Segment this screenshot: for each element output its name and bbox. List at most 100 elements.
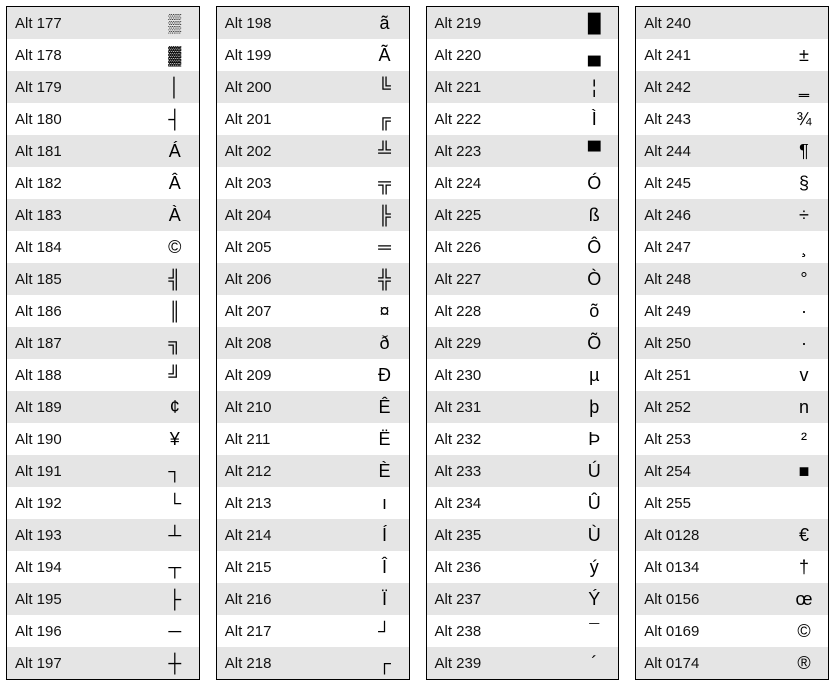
alt-code-label: Alt 189 xyxy=(7,399,151,416)
alt-code-label: Alt 0174 xyxy=(636,655,780,672)
alt-code-char: ┐ xyxy=(151,461,199,482)
alt-code-label: Alt 255 xyxy=(636,495,780,512)
alt-code-char: ° xyxy=(780,269,828,290)
table-row: Alt 251v xyxy=(636,359,828,391)
alt-code-label: Alt 244 xyxy=(636,143,780,160)
alt-code-char: Ï xyxy=(361,589,409,610)
table-row: Alt 216Ï xyxy=(217,583,409,615)
table-row: Alt 238¯ xyxy=(427,615,619,647)
alt-code-char: Á xyxy=(151,141,199,162)
table-row: Alt 209Ð xyxy=(217,359,409,391)
alt-code-label: Alt 187 xyxy=(7,335,151,352)
table-row: Alt 214Í xyxy=(217,519,409,551)
alt-code-char: ┴ xyxy=(151,525,199,546)
column-4: Alt 240Alt 241±Alt 242‗Alt 243¾Alt 244¶A… xyxy=(635,6,829,680)
alt-code-label: Alt 205 xyxy=(217,239,361,256)
alt-code-char: ┌ xyxy=(361,653,409,674)
alt-code-label: Alt 209 xyxy=(217,367,361,384)
alt-code-label: Alt 201 xyxy=(217,111,361,128)
alt-code-char: Ì xyxy=(570,109,618,130)
table-row: Alt 218┌ xyxy=(217,647,409,679)
table-row: Alt 0128€ xyxy=(636,519,828,551)
alt-code-label: Alt 223 xyxy=(427,143,571,160)
table-row: Alt 213ı xyxy=(217,487,409,519)
alt-code-label: Alt 188 xyxy=(7,367,151,384)
table-row: Alt 198ã xyxy=(217,7,409,39)
alt-code-label: Alt 224 xyxy=(427,175,571,192)
alt-code-label: Alt 228 xyxy=(427,303,571,320)
alt-code-label: Alt 199 xyxy=(217,47,361,64)
table-row: Alt 243¾ xyxy=(636,103,828,135)
alt-code-char: Ù xyxy=(570,525,618,546)
alt-code-char: Ð xyxy=(361,365,409,386)
alt-code-label: Alt 177 xyxy=(7,15,151,32)
alt-code-label: Alt 215 xyxy=(217,559,361,576)
alt-code-label: Alt 250 xyxy=(636,335,780,352)
table-row: Alt 0134† xyxy=(636,551,828,583)
alt-code-char: õ xyxy=(570,301,618,322)
alt-code-char: ▄ xyxy=(570,45,618,66)
table-row: Alt 222Ì xyxy=(427,103,619,135)
alt-code-char: ┘ xyxy=(361,621,409,642)
table-row: Alt 228õ xyxy=(427,295,619,327)
alt-code-char: ╩ xyxy=(361,141,409,162)
alt-code-label: Alt 181 xyxy=(7,143,151,160)
alt-code-label: Alt 253 xyxy=(636,431,780,448)
alt-code-label: Alt 194 xyxy=(7,559,151,576)
alt-code-label: Alt 184 xyxy=(7,239,151,256)
table-row: Alt 219█ xyxy=(427,7,619,39)
table-row: Alt 205═ xyxy=(217,231,409,263)
alt-code-char: · xyxy=(780,301,828,322)
alt-code-char: ╣ xyxy=(151,269,199,290)
table-row: Alt 252n xyxy=(636,391,828,423)
table-row: Alt 241± xyxy=(636,39,828,71)
table-row: Alt 236ý xyxy=(427,551,619,583)
alt-code-label: Alt 186 xyxy=(7,303,151,320)
table-row: Alt 192└ xyxy=(7,487,199,519)
table-row: Alt 0156œ xyxy=(636,583,828,615)
alt-code-char: Ë xyxy=(361,429,409,450)
alt-code-label: Alt 247 xyxy=(636,239,780,256)
alt-code-char: Ò xyxy=(570,269,618,290)
table-row: Alt 249· xyxy=(636,295,828,327)
alt-code-label: Alt 220 xyxy=(427,47,571,64)
alt-code-char: ¾ xyxy=(780,109,828,130)
alt-code-label: Alt 203 xyxy=(217,175,361,192)
alt-code-char: ─ xyxy=(151,621,199,642)
table-row: Alt 231þ xyxy=(427,391,619,423)
alt-code-char: ã xyxy=(361,13,409,34)
table-row: Alt 188╝ xyxy=(7,359,199,391)
alt-code-char: ¢ xyxy=(151,397,199,418)
table-row: Alt 250· xyxy=(636,327,828,359)
alt-code-char: ▒ xyxy=(151,13,199,34)
alt-code-char: ╦ xyxy=(361,173,409,194)
alt-code-char: └ xyxy=(151,493,199,514)
alt-code-char: ═ xyxy=(361,237,409,258)
alt-code-label: Alt 190 xyxy=(7,431,151,448)
table-row: Alt 203╦ xyxy=(217,167,409,199)
alt-code-label: Alt 216 xyxy=(217,591,361,608)
alt-code-label: Alt 195 xyxy=(7,591,151,608)
table-row: Alt 215Î xyxy=(217,551,409,583)
alt-code-char: ¦ xyxy=(570,77,618,98)
alt-code-char: € xyxy=(780,525,828,546)
alt-code-char: ý xyxy=(570,557,618,578)
table-row: Alt 229Õ xyxy=(427,327,619,359)
alt-code-label: Alt 196 xyxy=(7,623,151,640)
alt-code-char: ┼ xyxy=(151,653,199,674)
table-row: Alt 234Û xyxy=(427,487,619,519)
column-3: Alt 219█Alt 220▄Alt 221¦Alt 222ÌAlt 223▀… xyxy=(426,6,620,680)
alt-code-char: ╚ xyxy=(361,77,409,98)
table-row: Alt 181Á xyxy=(7,135,199,167)
column-2: Alt 198ãAlt 199ÃAlt 200╚Alt 201╔Alt 202╩… xyxy=(216,6,410,680)
alt-code-char: ± xyxy=(780,45,828,66)
alt-code-char: Î xyxy=(361,557,409,578)
table-row: Alt 187╗ xyxy=(7,327,199,359)
table-row: Alt 193┴ xyxy=(7,519,199,551)
table-row: Alt 239´ xyxy=(427,647,619,679)
alt-code-label: Alt 249 xyxy=(636,303,780,320)
table-row: Alt 244¶ xyxy=(636,135,828,167)
table-row: Alt 223▀ xyxy=(427,135,619,167)
table-row: Alt 210Ê xyxy=(217,391,409,423)
table-row: Alt 180┤ xyxy=(7,103,199,135)
